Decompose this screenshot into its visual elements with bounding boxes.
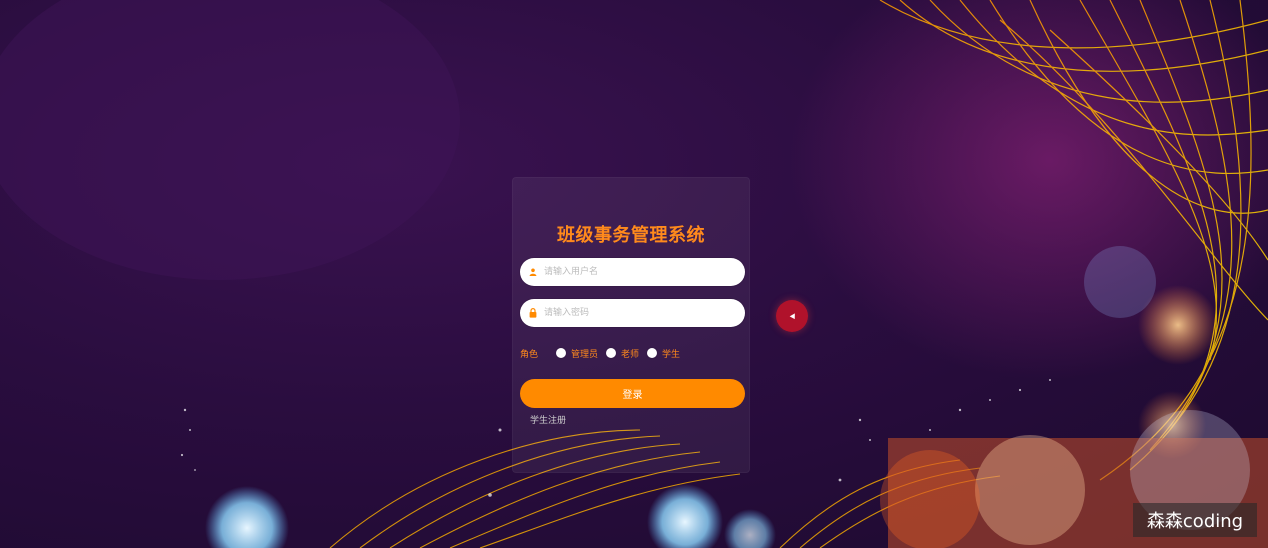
role-radio-teacher[interactable] [606, 348, 617, 358]
role-radio-admin[interactable] [556, 348, 567, 358]
cursor-indicator [776, 300, 808, 332]
login-panel: 班级事务管理系统 角色 管理员 老师 学生 登录 学生注册 [512, 177, 750, 473]
username-input[interactable] [542, 258, 745, 286]
role-option-label: 老师 [621, 349, 640, 360]
watermark: 森森coding [1133, 503, 1257, 537]
role-option-label: 学生 [662, 349, 681, 360]
lock-icon [524, 308, 542, 318]
user-icon [524, 268, 542, 276]
login-title: 班级事务管理系统 [557, 225, 705, 246]
password-field[interactable] [520, 299, 745, 327]
role-option-label: 管理员 [571, 349, 599, 360]
role-label: 角色 [520, 349, 539, 360]
cursor-icon [789, 313, 798, 321]
role-radio-student[interactable] [647, 348, 658, 358]
username-field[interactable] [520, 258, 745, 286]
student-register-link[interactable]: 学生注册 [530, 413, 566, 426]
login-button[interactable]: 登录 [520, 379, 745, 408]
password-input[interactable] [542, 299, 745, 327]
role-selector: 角色 管理员 老师 学生 [520, 347, 745, 360]
